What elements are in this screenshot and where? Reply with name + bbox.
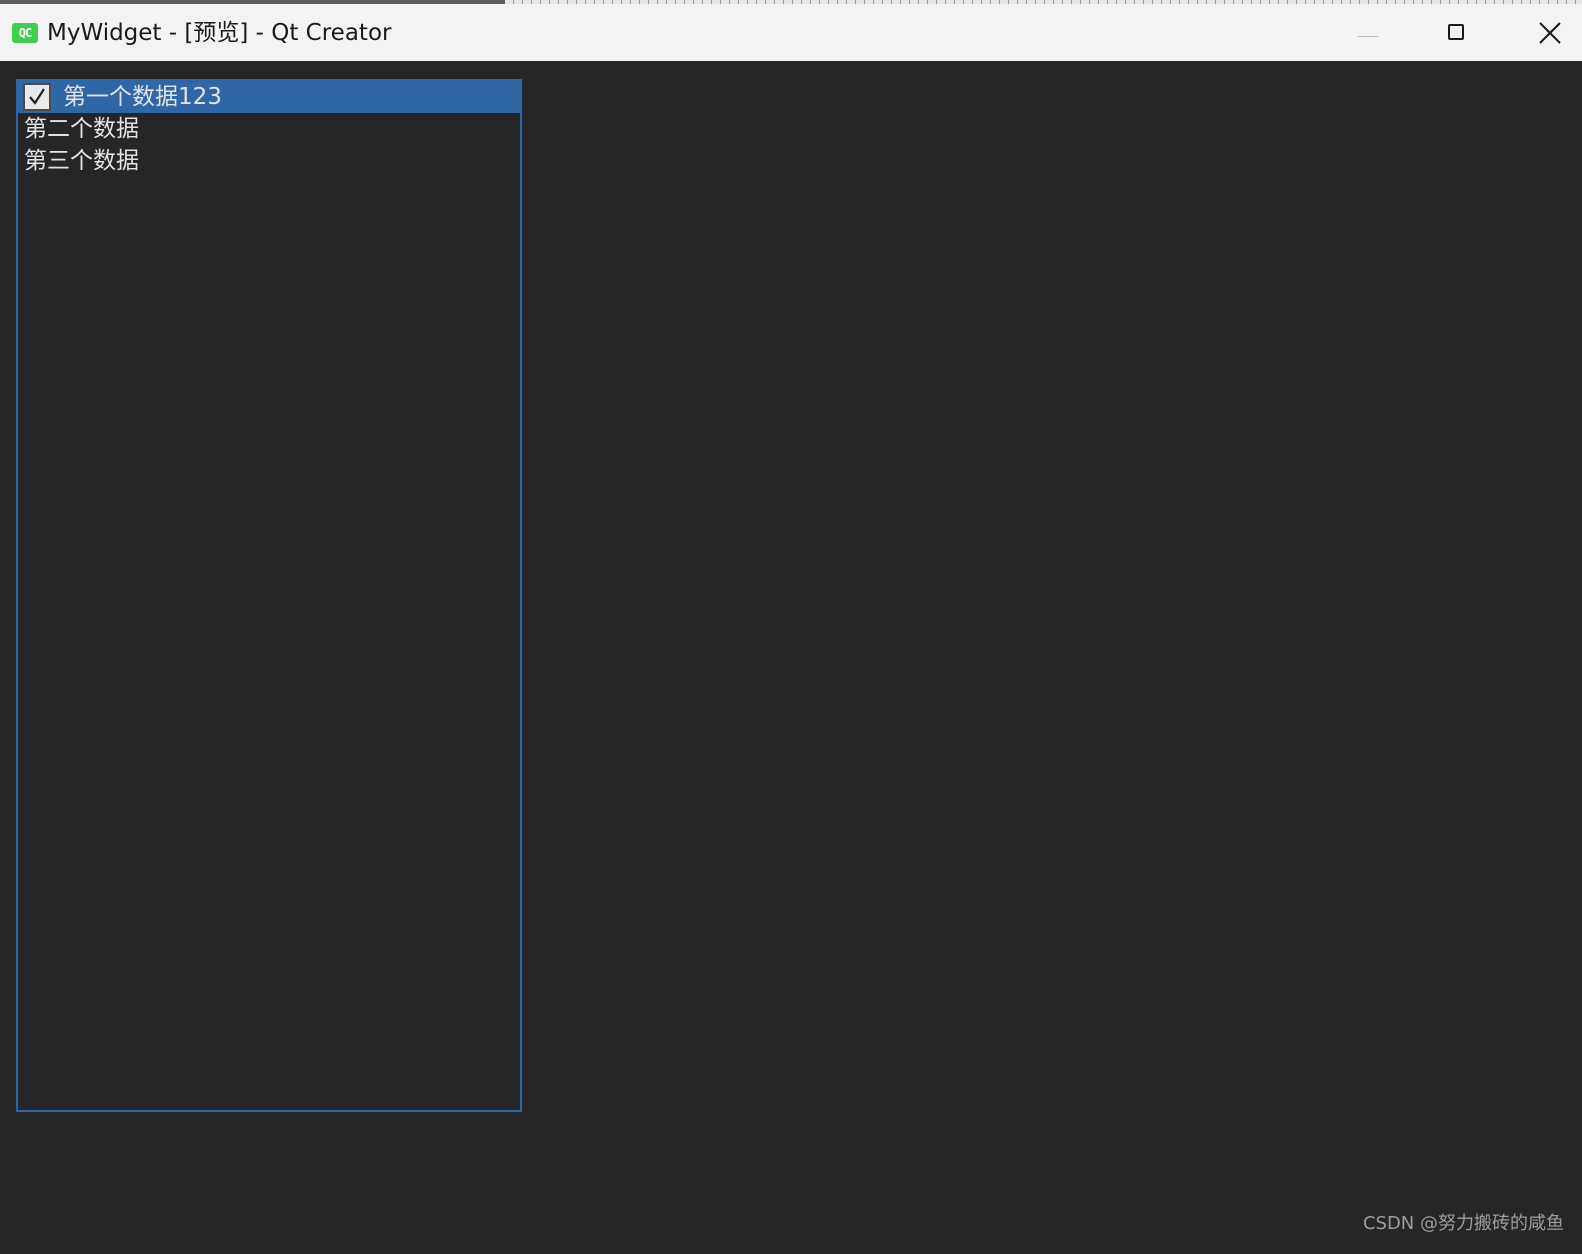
window-titlebar[interactable]: QC MyWidget - [预览] - Qt Creator bbox=[0, 5, 1582, 61]
list-item-checkbox[interactable] bbox=[23, 83, 51, 111]
list-item-label: 第一个数据123 bbox=[63, 84, 222, 110]
list-item-label: 第三个数据 bbox=[24, 148, 139, 174]
minimize-button[interactable] bbox=[1340, 10, 1396, 56]
maximize-button[interactable] bbox=[1430, 10, 1486, 56]
qt-creator-app-icon: QC bbox=[12, 23, 38, 43]
list-item[interactable]: 第一个数据123 bbox=[18, 81, 520, 113]
close-button[interactable] bbox=[1522, 10, 1578, 56]
top-edge-dark-segment bbox=[0, 0, 505, 4]
close-icon bbox=[1539, 22, 1561, 44]
list-item[interactable]: 第三个数据 bbox=[18, 145, 520, 177]
list-item-label: 第二个数据 bbox=[24, 116, 139, 142]
top-edge-ruler-segment bbox=[505, 0, 1582, 4]
csdn-watermark: CSDN @努力搬砖的咸鱼 bbox=[1362, 1213, 1564, 1234]
list-widget[interactable]: 第一个数据123 第二个数据 第三个数据 bbox=[16, 79, 522, 1112]
checkmark-icon bbox=[29, 88, 45, 105]
window-title: MyWidget - [预览] - Qt Creator bbox=[47, 20, 392, 46]
list-item[interactable]: 第二个数据 bbox=[18, 113, 520, 145]
